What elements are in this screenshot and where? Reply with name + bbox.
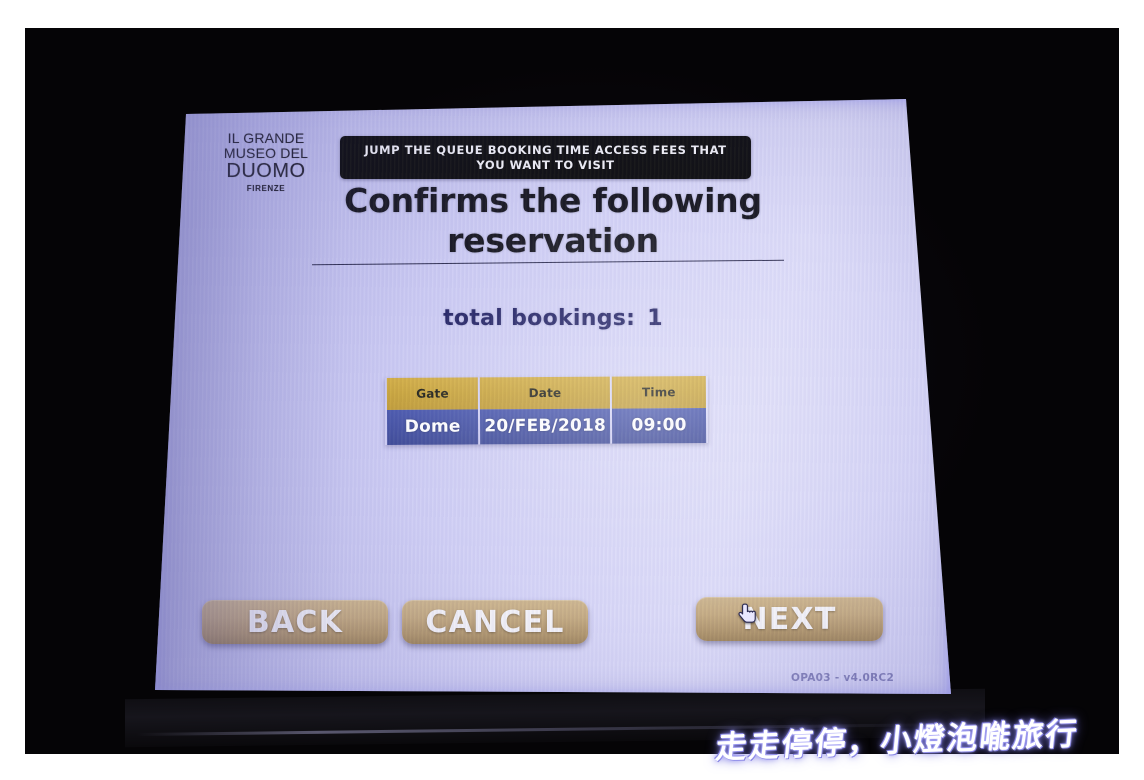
column-header-date: Date [479,376,610,410]
page-title: Confirms the following reservation [253,181,853,261]
column-header-gate: Gate [386,377,479,410]
column-header-time: Time [611,376,706,409]
page-title-line-2: reservation [447,221,659,260]
cancel-button[interactable]: CANCEL [402,600,588,644]
next-button[interactable]: NEXT [696,597,883,641]
back-button[interactable]: BACK [202,600,388,644]
instruction-banner: JUMP THE QUEUE BOOKING TIME ACCESS FEES … [340,136,751,179]
cell-time: 09:00 [611,408,707,444]
table-header-row: Gate Date Time [386,376,706,410]
kiosk-screen: IL GRANDE MUSEO DEL DUOMO FIRENZE JUMP T… [155,99,951,694]
page-title-line-1: Confirms the following [344,181,762,220]
logo-line-2: MUSEO DEL [223,145,309,161]
total-bookings-label: total bookings: [443,306,636,331]
logo-line-1: IL GRANDE [227,130,305,146]
total-bookings-count: 1 [647,306,663,331]
total-bookings: total bookings: 1 [253,306,853,331]
logo-line-3: DUOMO [226,160,306,182]
photograph: IL GRANDE MUSEO DEL DUOMO FIRENZE JUMP T… [0,0,1144,780]
cell-date: 20/FEB/2018 [480,408,611,445]
table-row: Dome 20/FEB/2018 09:00 [386,408,707,445]
cell-gate: Dome [386,409,479,445]
reservation-table: Gate Date Time Dome 20/FEB/2018 09:00 [385,376,708,445]
kiosk-ui: IL GRANDE MUSEO DEL DUOMO FIRENZE JUMP T… [155,99,951,694]
version-label: OPA03 - v4.0RC2 [791,672,895,684]
